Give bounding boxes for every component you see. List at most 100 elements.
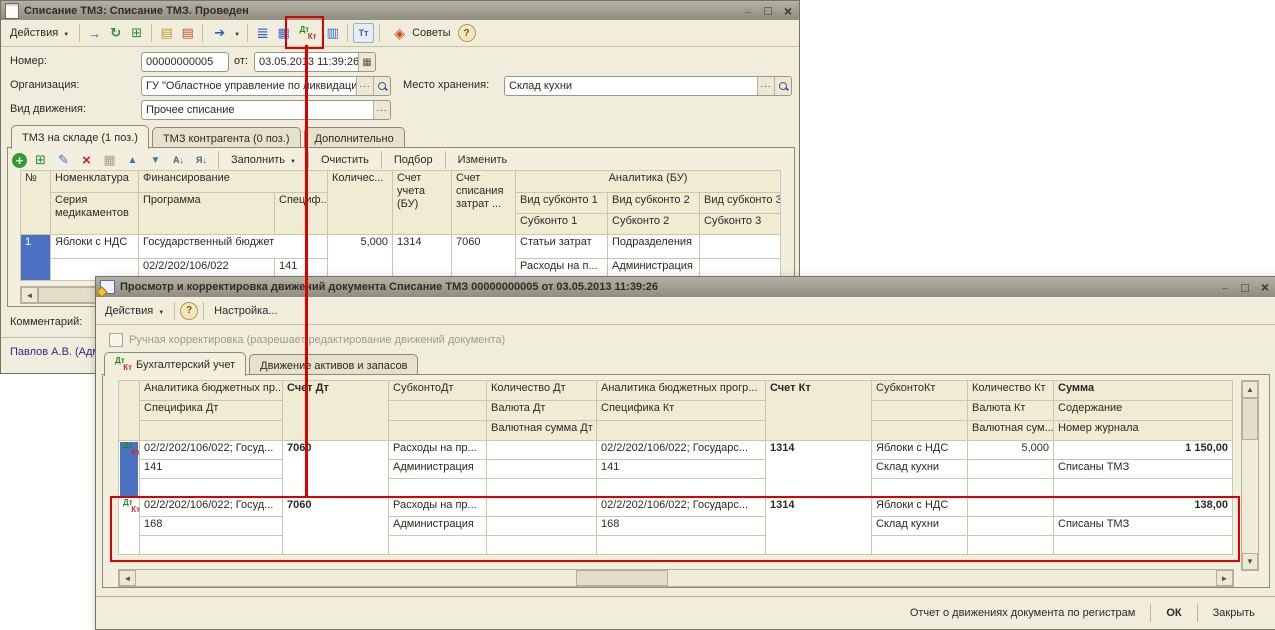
change-button[interactable]: Изменить	[453, 152, 513, 168]
grid-cell[interactable]: Статьи затрат	[516, 235, 608, 259]
grid-cell[interactable]: 5,000	[328, 235, 393, 281]
posting-row-icon-cell[interactable]: ДтКт	[119, 498, 140, 555]
grid-cell[interactable]: 1314	[766, 441, 872, 498]
grid-cell[interactable]: 1314	[766, 498, 872, 555]
pick-button[interactable]: Подбор	[389, 152, 438, 168]
storage-input[interactable]: Склад кухни	[504, 76, 792, 96]
posting-row-icon-cell[interactable]: ДтКт	[119, 441, 140, 498]
go-to-document-icon[interactable]	[85, 24, 104, 42]
row-number-cell[interactable]: 1	[21, 235, 51, 281]
add-row-icon[interactable]	[12, 153, 27, 168]
list-settings-icon[interactable]	[274, 24, 293, 42]
clear-button[interactable]: Очистить	[316, 152, 374, 168]
win1-titlebar[interactable]: Списание ТМЗ: Списание ТМЗ. Проведен	[1, 1, 799, 20]
tab-tmz-on-stock[interactable]: ТМЗ на складе (1 поз.)	[11, 125, 149, 149]
grid-cell[interactable]: 141	[597, 460, 766, 479]
copy-row-icon[interactable]	[31, 151, 50, 169]
grid-cell[interactable]	[597, 479, 766, 498]
grid-cell[interactable]: 7060	[283, 498, 389, 555]
grid-cell[interactable]: 02/2/202/106/022; Госуд...	[140, 441, 283, 460]
grid-cell[interactable]: Списаны ТМЗ	[1054, 517, 1233, 536]
grid-cell[interactable]: 138,00	[1054, 498, 1233, 517]
grid-cell[interactable]	[968, 479, 1054, 498]
grid-cell[interactable]	[872, 536, 968, 555]
scrollbar-thumb[interactable]	[1242, 398, 1258, 440]
movement-kind-input[interactable]: Прочее списание	[141, 100, 391, 120]
minimize-icon[interactable]	[1218, 281, 1232, 294]
grid-cell[interactable]	[968, 536, 1054, 555]
close-button[interactable]: Закрыть	[1204, 604, 1264, 622]
manual-edit-checkbox[interactable]	[109, 333, 123, 347]
grid-cell[interactable]	[597, 536, 766, 555]
grid-cell[interactable]: 1314	[393, 235, 452, 281]
grid-cell[interactable]: 1 150,00	[1054, 441, 1233, 460]
grid-cell[interactable]	[487, 536, 597, 555]
grid-cell[interactable]: 168	[597, 517, 766, 536]
grid-cell[interactable]: 02/2/202/106/022; Госуд...	[140, 498, 283, 517]
grid-cell[interactable]: Администрация	[389, 517, 487, 536]
post-document-icon[interactable]	[157, 24, 176, 42]
grid-cell[interactable]	[487, 460, 597, 479]
win2-titlebar[interactable]: Просмотр и корректировка движений докуме…	[96, 277, 1275, 297]
organization-select-button[interactable]	[356, 77, 373, 95]
dtkt-postings-button[interactable]: ДтКт	[295, 24, 321, 42]
sort-asc-icon[interactable]	[169, 151, 188, 169]
help-button[interactable]: ?	[458, 24, 476, 42]
help-button[interactable]: ?	[180, 302, 198, 320]
scroll-left-button[interactable]: ◄	[21, 287, 38, 303]
grid-cell[interactable]: Склад кухни	[872, 460, 968, 479]
actions-menu-button[interactable]: Действия	[5, 25, 74, 41]
ok-button[interactable]: ОК	[1157, 604, 1190, 622]
scroll-left-button[interactable]: ◄	[119, 570, 136, 586]
unpost-document-icon[interactable]	[178, 24, 197, 42]
grid-cell[interactable]	[968, 460, 1054, 479]
grid-cell[interactable]	[389, 479, 487, 498]
tips-button[interactable]: Советы	[385, 22, 455, 44]
grid-cell[interactable]: Расходы на пр...	[389, 498, 487, 517]
print-menu-button[interactable]	[208, 22, 242, 44]
tab-assets-movement[interactable]: Движение активов и запасов	[249, 354, 418, 376]
grid-cell[interactable]: 5,000	[968, 441, 1054, 460]
grid-cell[interactable]: Яблоки с НДС	[872, 498, 968, 517]
organization-input[interactable]: ГУ "Областное управление по ликвидации Ч	[141, 76, 391, 96]
grid-cell[interactable]	[1054, 479, 1233, 498]
filter-icon[interactable]	[353, 23, 374, 43]
grid-cell[interactable]	[1054, 536, 1233, 555]
grid-cell[interactable]	[487, 441, 597, 460]
grid-cell[interactable]: Яблоки с НДС	[51, 235, 139, 259]
grid-cell[interactable]	[140, 479, 283, 498]
delete-row-icon[interactable]	[77, 151, 96, 169]
movement-select-button[interactable]	[373, 101, 390, 119]
minimize-icon[interactable]	[741, 4, 755, 17]
vertical-scrollbar[interactable]: ▲ ▼	[1241, 380, 1259, 571]
grid-cell[interactable]	[487, 517, 597, 536]
grid-cell[interactable]	[968, 517, 1054, 536]
grid-cell[interactable]: 7060	[283, 441, 389, 498]
tab-tmz-counterparty[interactable]: ТМЗ контрагента (0 поз.)	[152, 127, 301, 149]
tab-additional[interactable]: Дополнительно	[304, 127, 405, 149]
grid-cell[interactable]: Администрация	[389, 460, 487, 479]
grid-cell[interactable]	[389, 536, 487, 555]
grid-cell[interactable]: Расходы на пр...	[389, 441, 487, 460]
move-down-icon[interactable]	[146, 151, 165, 169]
journal-icon[interactable]	[323, 24, 342, 42]
edit-row-icon[interactable]	[54, 151, 73, 169]
close-icon[interactable]	[1258, 281, 1272, 294]
save-order-icon[interactable]	[100, 151, 119, 169]
grid-cell[interactable]	[487, 479, 597, 498]
storage-select-button[interactable]	[757, 77, 774, 95]
structure-icon[interactable]	[253, 24, 272, 42]
maximize-icon[interactable]	[1238, 281, 1252, 294]
number-input[interactable]: 00000000005	[141, 52, 229, 72]
scroll-up-button[interactable]: ▲	[1242, 381, 1258, 398]
grid-cell[interactable]: 141	[140, 460, 283, 479]
scrollbar-thumb[interactable]	[576, 570, 668, 586]
grid-cell[interactable]	[968, 498, 1054, 517]
tab-accounting[interactable]: ДтКт Бухгалтерский учет	[104, 352, 246, 376]
grid-cell[interactable]	[140, 536, 283, 555]
maximize-icon[interactable]	[761, 4, 775, 17]
grid-cell[interactable]	[487, 498, 597, 517]
settings-button[interactable]: Настройка...	[209, 303, 282, 319]
grid-cell[interactable]: Склад кухни	[872, 517, 968, 536]
actions-menu-button[interactable]: Действия	[100, 303, 169, 319]
